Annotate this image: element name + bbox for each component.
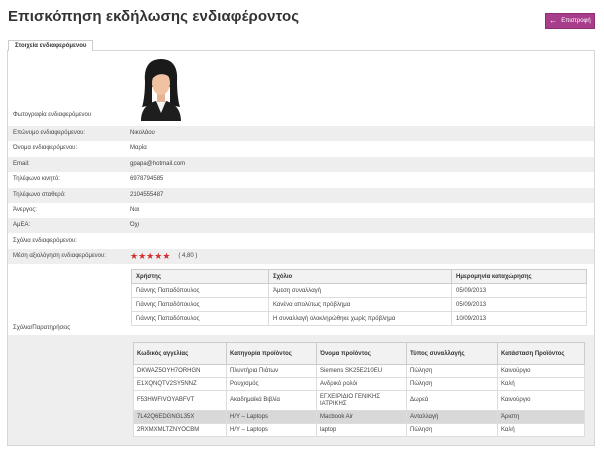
column-header: Τύπος συναλλαγής bbox=[406, 342, 498, 365]
star-icon: ★ bbox=[138, 250, 147, 261]
field-row-disability: ΑμΕΑ: Όχι bbox=[8, 218, 594, 233]
star-icon: ★ bbox=[146, 250, 155, 261]
field-value: 6978794585 bbox=[130, 176, 164, 182]
field-label: Τηλέφωνο σταθερό: bbox=[13, 192, 66, 198]
table-cell: Ανδρικό ρολόι bbox=[316, 377, 407, 391]
field-value: Μαρία bbox=[130, 145, 147, 151]
table-cell: Γιάννης Παπαδόπουλος bbox=[131, 311, 269, 326]
star-icon: ★ bbox=[162, 250, 171, 261]
field-row-mobile: Τηλέφωνο κινητό: 6978794585 bbox=[8, 172, 594, 187]
table-cell: Πώληση bbox=[406, 423, 498, 437]
photo-row: Φωτογραφία ενδιαφερόμενου bbox=[8, 108, 594, 123]
tab-interested-party-details[interactable]: Στοιχεία ενδιαφερόμενου bbox=[8, 40, 94, 51]
column-header: Σχόλιο bbox=[268, 269, 452, 284]
field-label: ΑμΕΑ: bbox=[13, 222, 31, 228]
table-row[interactable]: DKWAZ5OYH7ORHGN Πλυντήρια Πιάτων Siemens… bbox=[133, 364, 585, 378]
field-label: Σχόλια ενδιαφερόμενου: bbox=[13, 238, 77, 244]
ads-table: Κωδικός αγγελίας Κατηγορία προϊόντος Όνο… bbox=[133, 342, 585, 437]
field-label: Τηλέφωνο κινητό: bbox=[13, 176, 60, 182]
rating-label: Μέση αξιολόγηση ενδιαφερόμενου: bbox=[13, 253, 106, 259]
field-label: Επώνυμο ενδιαφερόμενου: bbox=[13, 130, 86, 136]
star-icon: ★ bbox=[130, 250, 139, 261]
table-cell: Ακαδημαϊκά Βιβλία bbox=[226, 390, 317, 411]
table-cell: Πώληση bbox=[406, 364, 498, 378]
field-row-comments: Σχόλια ενδιαφερόμενου: bbox=[8, 234, 594, 249]
table-cell: Η/Υ – Laptops bbox=[226, 423, 317, 437]
back-button[interactable]: ← Επιστροφή bbox=[545, 13, 595, 29]
table-cell: Ανταλλαγή bbox=[406, 410, 498, 424]
table-cell: Καλή bbox=[497, 423, 585, 437]
table-cell: 05/09/2013 bbox=[451, 283, 587, 298]
table-row: Γιάννης Παπαδόπουλος Η συναλλαγή ολοκληρ… bbox=[131, 311, 587, 326]
table-cell: Macbook Air bbox=[316, 410, 407, 424]
table-cell: F53HWFIVOYABFVT bbox=[133, 390, 227, 411]
field-row-unemployed: Άνεργος: Ναι bbox=[8, 203, 594, 218]
details-panel: Φωτογραφία ενδιαφερόμενου Επώνυμο ενδιαφ… bbox=[7, 50, 595, 446]
field-row-firstname: Όνομα ενδιαφερόμενου: Μαρία bbox=[8, 141, 594, 156]
table-cell: laptop bbox=[316, 423, 407, 437]
table-cell: Siemens SK25E210EU bbox=[316, 364, 407, 378]
field-value: Ναι bbox=[130, 207, 140, 213]
table-row[interactable]: E1XQNQTV2SY5NNZ Ρουχισμός Ανδρικό ρολόι … bbox=[133, 377, 585, 391]
field-value: Νικολάου bbox=[130, 130, 155, 136]
table-cell: Καλή bbox=[497, 377, 585, 391]
table-cell: Άριστη bbox=[497, 410, 585, 424]
table-cell: Πώληση bbox=[406, 377, 498, 391]
page-title: Επισκόπηση εκδήλωσης ενδιαφέροντος bbox=[8, 8, 300, 25]
table-cell: E1XQNQTV2SY5NNZ bbox=[133, 377, 227, 391]
comments-label: Σχόλια/Παρατηρήσεις bbox=[13, 325, 71, 331]
table-cell: 2RXMXMLTZNYOCBM bbox=[133, 423, 227, 437]
table-cell: Καινούργιο bbox=[497, 390, 585, 411]
column-header: Χρήστης bbox=[131, 269, 269, 284]
field-value: 2104555487 bbox=[130, 192, 164, 198]
table-cell: 10/09/2013 bbox=[451, 311, 587, 326]
table-cell: Γιάννης Παπαδόπουλος bbox=[131, 297, 269, 312]
field-label: Άνεργος: bbox=[13, 207, 37, 213]
field-row-landline: Τηλέφωνο σταθερό: 2104555487 bbox=[8, 188, 594, 203]
comments-table: Χρήστης Σχόλιο Ημερομηνία καταχώρησης Γι… bbox=[131, 269, 587, 326]
back-button-label: Επιστροφή bbox=[561, 18, 591, 24]
field-row-email: Email: gpapa@hotmail.com bbox=[8, 157, 594, 172]
table-cell: Η/Υ – Laptops bbox=[226, 410, 317, 424]
column-header: Κατάσταση Προϊόντος bbox=[497, 342, 585, 365]
rating-row: Μέση αξιολόγηση ενδιαφερόμενου: bbox=[8, 249, 594, 264]
table-cell: Κανένα απολύτως πρόβλημα bbox=[268, 297, 452, 312]
column-header: Κατηγορία προϊόντος bbox=[226, 342, 317, 365]
table-cell: Πλυντήρια Πιάτων bbox=[226, 364, 317, 378]
field-label: Όνομα ενδιαφερόμενου: bbox=[13, 145, 78, 151]
comments-header-row: Χρήστης Σχόλιο Ημερομηνία καταχώρησης bbox=[131, 269, 587, 284]
ads-section: Κωδικός αγγελίας Κατηγορία προϊόντος Όνο… bbox=[8, 335, 594, 445]
rating-stars: ★ ★ ★ ★ ★ ( 4,80 ) bbox=[130, 251, 197, 261]
table-cell: Η συναλλαγή ολοκληρώθηκε χωρίς πρόβλημα bbox=[268, 311, 452, 326]
table-cell: Γιάννης Παπαδόπουλος bbox=[131, 283, 269, 298]
table-cell: 7L42Q6EDGNGL35X bbox=[133, 410, 227, 424]
table-row[interactable]: 2RXMXMLTZNYOCBM Η/Υ – Laptops laptop Πώλ… bbox=[133, 423, 585, 437]
table-cell: Ρουχισμός bbox=[226, 377, 317, 391]
table-cell: Δωρεά bbox=[406, 390, 498, 411]
column-header: Όνομα προϊόντος bbox=[316, 342, 407, 365]
field-value: Όχι bbox=[130, 222, 140, 228]
field-row-surname: Επώνυμο ενδιαφερόμενου: Νικολάου bbox=[8, 126, 594, 141]
column-header: Κωδικός αγγελίας bbox=[133, 342, 227, 365]
table-row: Γιάννης Παπαδόπουλος Κανένα απολύτως πρό… bbox=[131, 297, 587, 312]
table-cell: 05/09/2013 bbox=[451, 297, 587, 312]
table-row[interactable]: F53HWFIVOYABFVT Ακαδημαϊκά Βιβλία ΕΓΧΕΙΡ… bbox=[133, 390, 585, 411]
field-label: Email: bbox=[13, 161, 30, 167]
table-row-highlighted[interactable]: 7L42Q6EDGNGL35X Η/Υ – Laptops Macbook Ai… bbox=[133, 410, 585, 424]
arrow-left-icon: ← bbox=[549, 16, 558, 25]
rating-value: ( 4,80 ) bbox=[178, 253, 198, 259]
column-header: Ημερομηνία καταχώρησης bbox=[451, 269, 587, 284]
table-cell: DKWAZ5OYH7ORHGN bbox=[133, 364, 227, 378]
photo-label: Φωτογραφία ενδιαφερόμενου bbox=[13, 112, 92, 118]
table-cell: Καινούργιο bbox=[497, 364, 585, 378]
table-row: Γιάννης Παπαδόπουλος Άμεση συναλλαγή 05/… bbox=[131, 283, 587, 298]
field-value: gpapa@hotmail.com bbox=[130, 161, 186, 167]
ads-header-row: Κωδικός αγγελίας Κατηγορία προϊόντος Όνο… bbox=[133, 342, 585, 365]
star-icon: ★ bbox=[154, 250, 163, 261]
table-cell: ΕΓΧΕΙΡΙΔΙΟ ΓΕΝΙΚΗΣ ΙΑΤΡΙΚΗΣ bbox=[316, 390, 407, 411]
table-cell: Άμεση συναλλαγή bbox=[268, 283, 452, 298]
